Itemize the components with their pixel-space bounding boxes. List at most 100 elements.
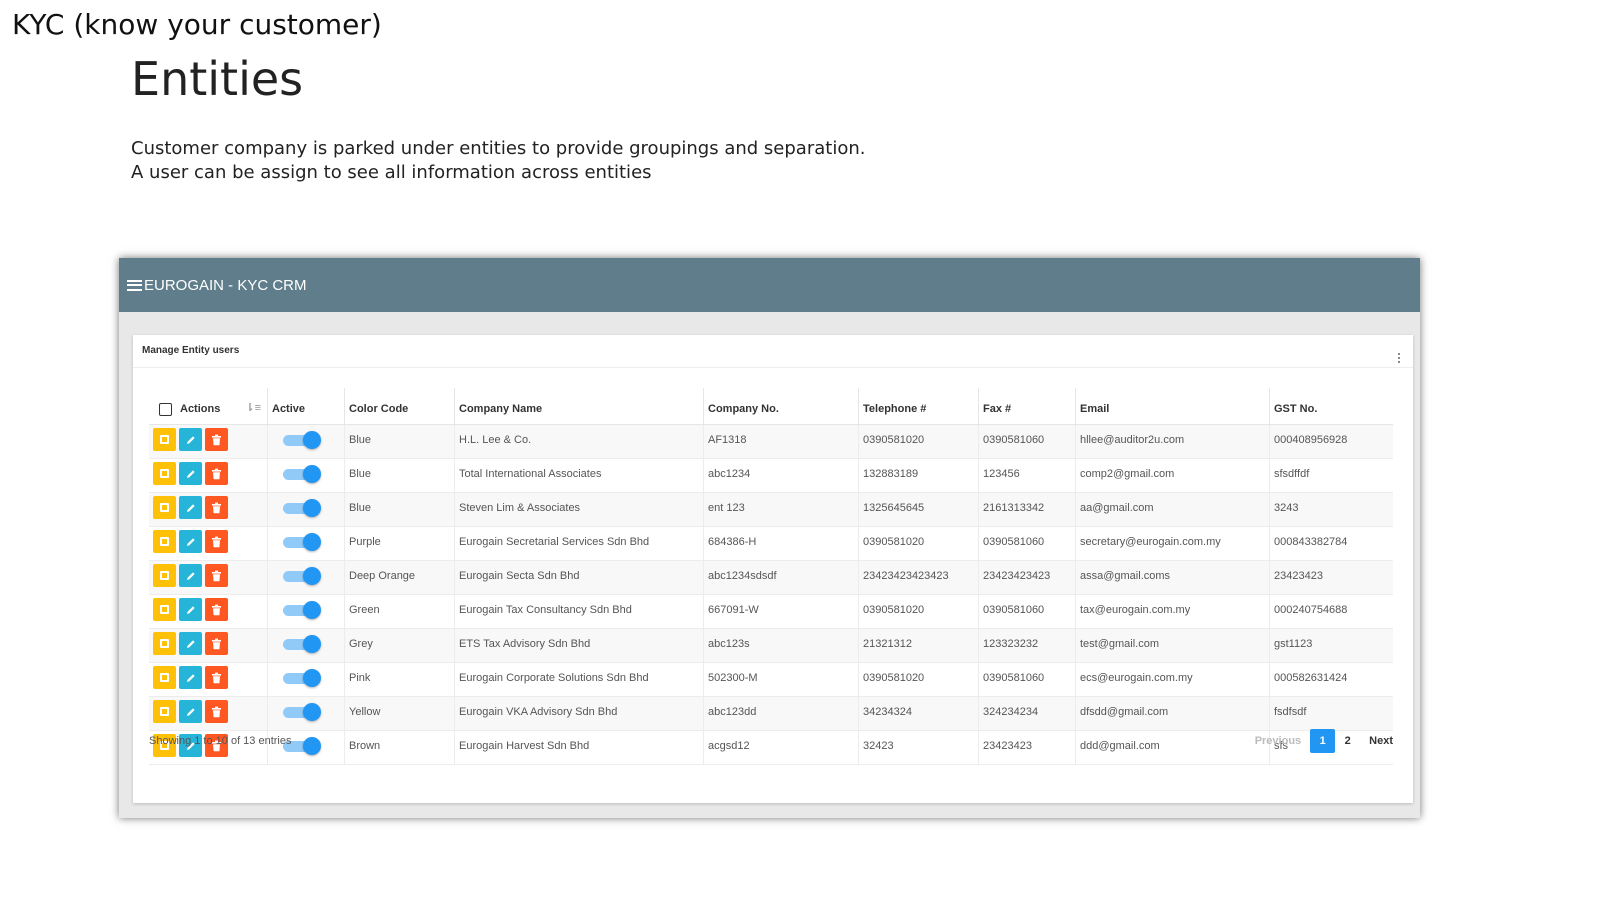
fax-cell: 23423423: [978, 730, 1076, 765]
fax-cell: 0390581060: [978, 594, 1076, 629]
column-header-active[interactable]: Active: [267, 388, 345, 425]
page-button-2[interactable]: 2: [1335, 729, 1360, 753]
view-button[interactable]: [153, 462, 176, 485]
more-vertical-icon[interactable]: [1398, 353, 1401, 365]
company-no-cell: 684386-H: [703, 526, 859, 561]
pencil-icon: [185, 502, 197, 514]
company-name-cell: Eurogain VKA Advisory Sdn Bhd: [454, 696, 704, 731]
fax-cell: 23423423423: [978, 560, 1076, 595]
edit-button[interactable]: [179, 564, 202, 587]
edit-button[interactable]: [179, 496, 202, 519]
company-no-cell: ent 123: [703, 492, 859, 527]
view-button[interactable]: [153, 496, 176, 519]
color-code-cell: Grey: [344, 628, 455, 663]
company-name-cell: H.L. Lee & Co.: [454, 424, 704, 459]
sort-icon[interactable]: ⇂≡: [245, 401, 261, 414]
column-header-email[interactable]: Email: [1075, 388, 1270, 425]
trash-icon: [211, 604, 222, 616]
page-button-1[interactable]: 1: [1310, 729, 1336, 753]
column-header-gst-no[interactable]: GST No.: [1269, 388, 1393, 425]
telephone-cell: 34234324: [858, 696, 979, 731]
pencil-icon: [185, 672, 197, 684]
square-icon: [160, 673, 169, 682]
active-toggle[interactable]: [283, 532, 321, 551]
active-toggle[interactable]: [283, 702, 321, 721]
column-header-actions: Actions ⇂≡: [149, 388, 268, 425]
table-row: Blue Steven Lim & Associates ent 123 132564…: [149, 492, 1393, 527]
delete-button[interactable]: [205, 462, 228, 485]
telephone-cell: 23423423423423: [858, 560, 979, 595]
telephone-cell: 0390581020: [858, 424, 979, 459]
entity-users-card: Manage Entity users Actions ⇂≡ Active Co…: [133, 335, 1413, 803]
edit-button[interactable]: [179, 530, 202, 553]
previous-page-button[interactable]: Previous: [1255, 735, 1301, 747]
column-header-fax[interactable]: Fax #: [978, 388, 1076, 425]
gst-no-cell: gst1123: [1269, 628, 1393, 663]
edit-button[interactable]: [179, 598, 202, 621]
color-code-cell: Green: [344, 594, 455, 629]
view-button[interactable]: [153, 598, 176, 621]
trash-icon: [211, 570, 222, 582]
square-icon: [160, 639, 169, 648]
view-button[interactable]: [153, 700, 176, 723]
view-button[interactable]: [153, 564, 176, 587]
select-all-checkbox[interactable]: [159, 402, 172, 416]
hamburger-menu-icon[interactable]: [127, 279, 142, 291]
delete-button[interactable]: [205, 700, 228, 723]
delete-button[interactable]: [205, 598, 228, 621]
color-code-cell: Yellow: [344, 696, 455, 731]
view-button[interactable]: [153, 632, 176, 655]
delete-button[interactable]: [205, 428, 228, 451]
active-toggle[interactable]: [283, 634, 321, 653]
view-button[interactable]: [153, 530, 176, 553]
company-no-cell: 502300-M: [703, 662, 859, 697]
actions-cell: [149, 662, 268, 697]
edit-button[interactable]: [179, 428, 202, 451]
next-page-button[interactable]: Next: [1369, 735, 1393, 747]
trash-icon: [211, 434, 222, 446]
edit-button[interactable]: [179, 700, 202, 723]
view-button[interactable]: [153, 666, 176, 689]
column-header-company-name[interactable]: Company Name: [454, 388, 704, 425]
edit-button[interactable]: [179, 666, 202, 689]
active-cell: [267, 662, 345, 697]
delete-button[interactable]: [205, 564, 228, 587]
email-cell: ecs@eurogain.com.my: [1075, 662, 1270, 697]
card-header: Manage Entity users: [133, 335, 1413, 368]
entries-info: Showing 1 to 10 of 13 entries: [149, 735, 292, 747]
column-header-color-code[interactable]: Color Code: [344, 388, 455, 425]
active-toggle[interactable]: [283, 464, 321, 483]
active-toggle[interactable]: [283, 668, 321, 687]
square-icon: [160, 435, 169, 444]
gst-no-cell: 000408956928: [1269, 424, 1393, 459]
active-cell: [267, 424, 345, 459]
active-toggle[interactable]: [283, 600, 321, 619]
color-code-cell: Purple: [344, 526, 455, 561]
column-header-company-no[interactable]: Company No.: [703, 388, 859, 425]
entity-table: Actions ⇂≡ Active Color Code Company Nam…: [149, 388, 1393, 765]
description-line: Customer company is parked under entitie…: [131, 138, 866, 159]
view-button[interactable]: [153, 428, 176, 451]
active-toggle[interactable]: [283, 566, 321, 585]
actions-cell: [149, 526, 268, 561]
edit-button[interactable]: [179, 462, 202, 485]
delete-button[interactable]: [205, 666, 228, 689]
actions-cell: [149, 424, 268, 459]
actions-cell: [149, 458, 268, 493]
company-name-cell: Eurogain Harvest Sdn Bhd: [454, 730, 704, 765]
description-line: A user can be assign to see all informat…: [131, 162, 652, 183]
delete-button[interactable]: [205, 496, 228, 519]
email-cell: aa@gmail.com: [1075, 492, 1270, 527]
telephone-cell: 21321312: [858, 628, 979, 663]
active-toggle[interactable]: [283, 430, 321, 449]
column-header-telephone[interactable]: Telephone #: [858, 388, 979, 425]
square-icon: [160, 503, 169, 512]
company-no-cell: acgsd12: [703, 730, 859, 765]
edit-button[interactable]: [179, 632, 202, 655]
active-cell: [267, 492, 345, 527]
active-toggle[interactable]: [283, 498, 321, 517]
delete-button[interactable]: [205, 632, 228, 655]
app-bar: EUROGAIN - KYC CRM: [119, 258, 1420, 312]
delete-button[interactable]: [205, 530, 228, 553]
app-window: EUROGAIN - KYC CRM Manage Entity users A…: [119, 258, 1420, 818]
